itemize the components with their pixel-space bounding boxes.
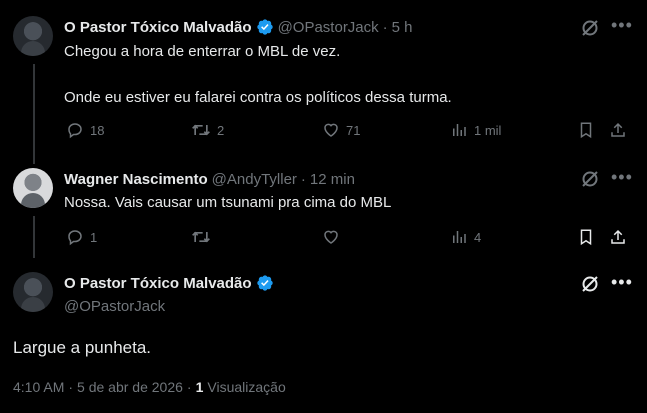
repost-button[interactable] bbox=[191, 228, 211, 246]
verified-badge-icon bbox=[256, 274, 274, 292]
author-name[interactable]: O Pastor Tóxico Malvadão bbox=[64, 19, 252, 36]
share-icon[interactable] bbox=[609, 228, 627, 246]
reply-icon bbox=[66, 121, 84, 139]
tweet-text-line-2: Onde eu estiver eu falarei contra os pol… bbox=[64, 89, 452, 106]
repost-button[interactable]: 2 bbox=[191, 121, 224, 139]
main-tweet: O Pastor Tóxico Malvadão @OPastorJack ••… bbox=[0, 260, 647, 413]
views-count: 1 mil bbox=[474, 122, 502, 138]
timestamp[interactable]: 5 h bbox=[392, 19, 413, 36]
grok-icon[interactable] bbox=[580, 169, 600, 189]
timestamp[interactable]: 12 min bbox=[310, 171, 355, 188]
reply-count: 18 bbox=[90, 122, 105, 138]
bookmark-icon[interactable] bbox=[577, 121, 595, 139]
separator: · bbox=[68, 379, 74, 395]
repost-count: 2 bbox=[217, 122, 225, 138]
like-button[interactable] bbox=[322, 228, 340, 246]
repost-icon bbox=[191, 121, 211, 139]
author-handle[interactable]: @OPastorJack bbox=[278, 19, 379, 36]
tweet-text: Nossa. Vais causar um tsunami pra cima d… bbox=[64, 194, 392, 211]
grok-icon[interactable] bbox=[580, 18, 600, 38]
bookmark-icon[interactable] bbox=[577, 228, 595, 246]
views-label: Visualização bbox=[207, 379, 286, 395]
reply-icon bbox=[66, 228, 84, 246]
more-icon[interactable]: ••• bbox=[611, 273, 633, 291]
tweet-1[interactable]: O Pastor Tóxico Malvadão @OPastorJack · … bbox=[0, 0, 647, 150]
author-name[interactable]: Wagner Nascimento bbox=[64, 171, 208, 188]
author-name[interactable]: O Pastor Tóxico Malvadão bbox=[64, 275, 252, 292]
verified-badge-icon bbox=[256, 18, 274, 36]
tweet-date[interactable]: 5 de abr de 2026 bbox=[77, 379, 183, 395]
views-icon bbox=[450, 121, 468, 139]
views-icon bbox=[450, 228, 468, 246]
separator: · bbox=[300, 171, 306, 188]
views-button[interactable]: 4 bbox=[450, 228, 481, 246]
more-icon[interactable]: ••• bbox=[611, 168, 633, 186]
like-button[interactable]: 71 bbox=[322, 121, 360, 139]
tweet-text-line-1: Chegou a hora de enterrar o MBL de vez. bbox=[64, 43, 341, 60]
author-handle[interactable]: @OPastorJack bbox=[64, 298, 165, 315]
avatar[interactable] bbox=[13, 16, 53, 56]
more-icon[interactable]: ••• bbox=[611, 16, 633, 34]
reply-button[interactable]: 18 bbox=[66, 121, 104, 139]
author-handle[interactable]: @AndyTyller bbox=[212, 171, 297, 188]
tweet-text: Largue a punheta. bbox=[13, 338, 152, 357]
like-icon bbox=[322, 228, 340, 246]
like-count: 71 bbox=[346, 122, 361, 138]
avatar[interactable] bbox=[13, 272, 53, 312]
reply-button[interactable]: 1 bbox=[66, 228, 97, 246]
tweet-time[interactable]: 4:10 AM bbox=[13, 379, 64, 395]
views-count: 1 bbox=[195, 379, 204, 395]
reply-count: 1 bbox=[90, 229, 98, 245]
share-icon[interactable] bbox=[609, 121, 627, 139]
views-button[interactable]: 1 mil bbox=[450, 121, 501, 139]
tweet-2[interactable]: Wagner Nascimento @AndyTyller · 12 min N… bbox=[0, 155, 647, 255]
repost-icon bbox=[191, 228, 211, 246]
views-count: 4 bbox=[474, 229, 482, 245]
grok-icon[interactable] bbox=[580, 274, 600, 294]
separator: · bbox=[186, 379, 192, 395]
separator: · bbox=[382, 18, 388, 36]
avatar[interactable] bbox=[13, 168, 53, 208]
like-icon bbox=[322, 121, 340, 139]
